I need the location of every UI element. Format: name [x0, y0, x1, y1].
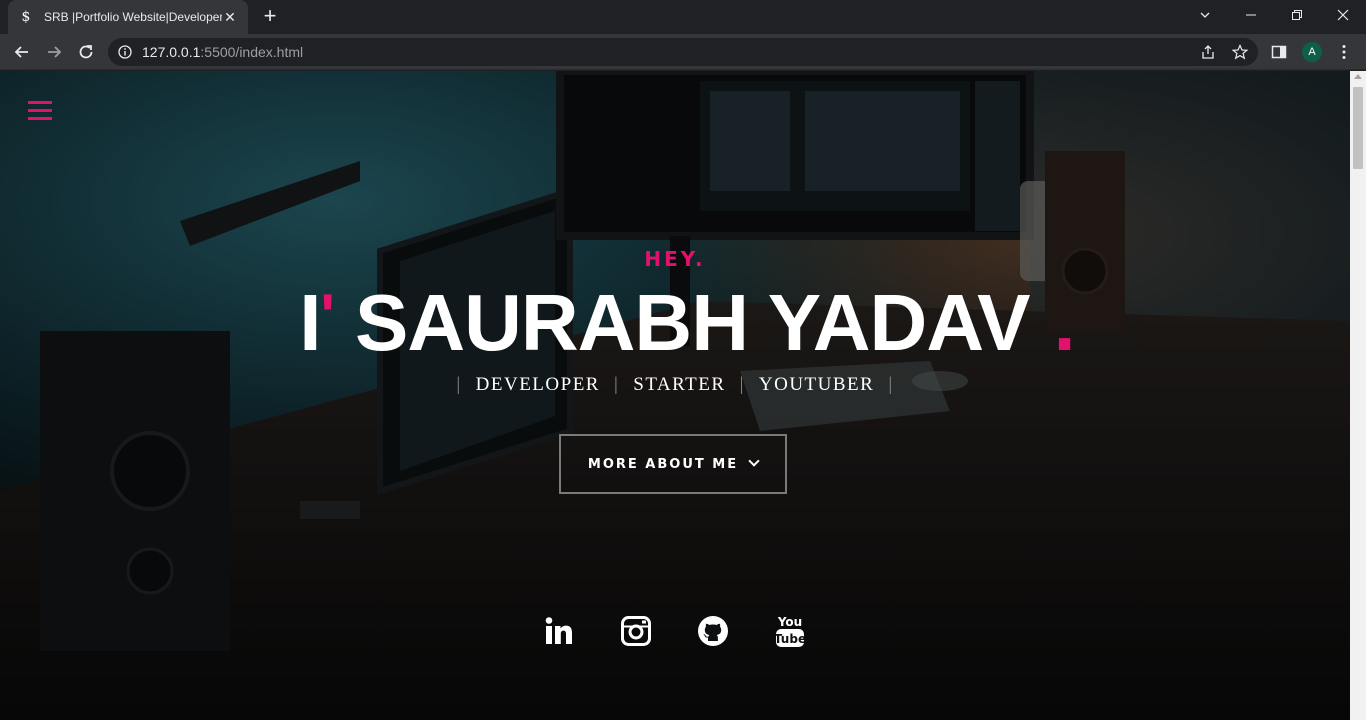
scroll-up-arrow-icon[interactable] [1354, 74, 1362, 79]
greeting-text: HEY. [644, 247, 706, 271]
address-bar[interactable]: 127.0.0.1:5500/index.html [108, 38, 1258, 66]
new-tab-button[interactable]: + [258, 5, 282, 29]
site-info-icon[interactable] [118, 45, 132, 59]
role-youtuber: YOUTUBER [758, 374, 875, 395]
youtube-icon[interactable]: You Tube [772, 613, 808, 649]
page-scrollbar[interactable] [1350, 71, 1366, 720]
roles-line: | DEVELOPER | STARTER | YOUTUBER | [456, 374, 894, 395]
tab-search-chevron-icon[interactable] [1182, 0, 1228, 30]
browser-tab-strip: $ SRB |Portfolio Website|Developer ✕ + [0, 0, 1366, 34]
restore-icon[interactable] [1274, 0, 1320, 30]
forward-icon[interactable] [40, 38, 68, 66]
url-text[interactable]: 127.0.0.1:5500/index.html [142, 44, 303, 60]
svg-text:Tube: Tube [774, 632, 806, 646]
apostrophe-accent: ' [320, 282, 334, 349]
more-about-me-button[interactable]: MORE ABOUT ME [559, 434, 787, 494]
bookmark-star-icon[interactable] [1232, 44, 1248, 60]
scrollbar-thumb[interactable] [1353, 87, 1363, 169]
tab-close-icon[interactable]: ✕ [222, 9, 238, 25]
tab-favicon-icon: $ [21, 9, 31, 25]
side-panel-icon[interactable] [1270, 43, 1288, 61]
minimize-icon[interactable] [1228, 0, 1274, 30]
browser-tab[interactable]: $ SRB |Portfolio Website|Developer ✕ [8, 0, 248, 34]
profile-avatar[interactable]: A [1302, 42, 1322, 62]
instagram-icon[interactable] [618, 613, 654, 649]
role-starter: STARTER [633, 374, 726, 395]
browser-toolbar: 127.0.0.1:5500/index.html A [0, 34, 1366, 70]
chevron-down-icon [748, 455, 760, 467]
role-developer: DEVELOPER [475, 374, 600, 395]
share-icon[interactable] [1200, 44, 1216, 60]
reload-icon[interactable] [72, 38, 100, 66]
github-icon[interactable] [695, 613, 731, 649]
tab-title: SRB |Portfolio Website|Developer [44, 10, 222, 24]
back-icon[interactable] [8, 38, 36, 66]
close-window-icon[interactable] [1320, 0, 1366, 30]
hamburger-menu-icon[interactable] [28, 101, 52, 121]
hero-name-heading: I' SAURABH YADAV. [299, 278, 1076, 367]
page-viewport: HEY. I' SAURABH YADAV. | DEVELOPER | STARTE… [0, 71, 1350, 720]
svg-text:You: You [777, 615, 802, 629]
name-dot-accent: . [1053, 278, 1076, 367]
menu-kebab-icon[interactable] [1335, 43, 1353, 61]
linkedin-icon[interactable] [541, 613, 577, 649]
